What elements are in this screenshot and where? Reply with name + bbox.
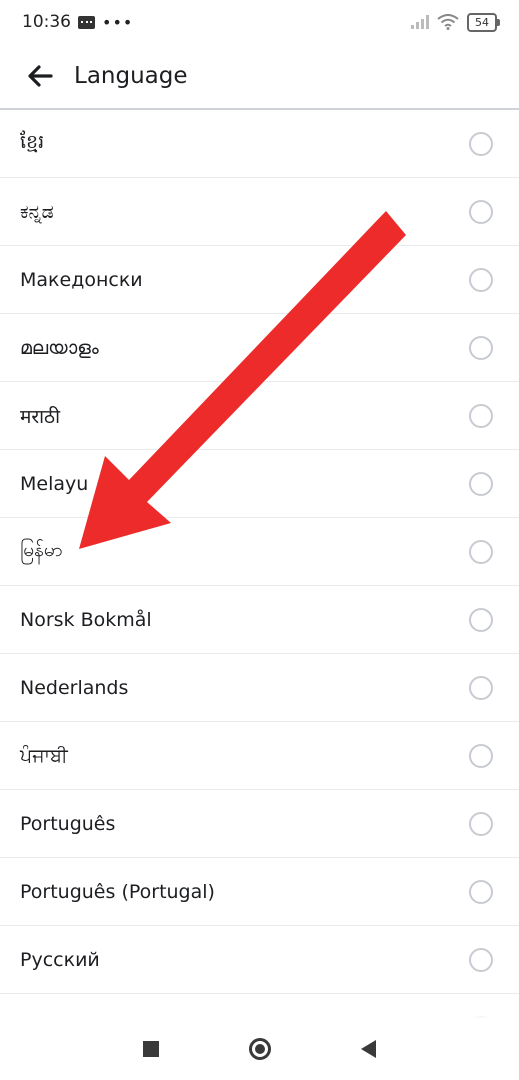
language-list[interactable]: ខ្មែរ ಕನ್ನಡ Македонски മലയാളം मराठी Mela…: [0, 110, 519, 1018]
radio-button[interactable]: [469, 335, 493, 360]
language-option[interactable]: မြန်မာ: [0, 518, 519, 586]
radio-button[interactable]: [469, 199, 493, 224]
language-label: ಕನ್ನಡ: [20, 200, 54, 223]
radio-button[interactable]: [469, 607, 493, 632]
language-option[interactable]: മലയാളം: [0, 314, 519, 382]
radio-button[interactable]: [469, 743, 493, 768]
language-option[interactable]: Македонски: [0, 246, 519, 314]
message-icon: [78, 15, 95, 29]
list-fade: [0, 1000, 519, 1020]
language-label: Русский: [20, 948, 100, 971]
language-label: Nederlands: [20, 676, 129, 699]
status-right: 54: [411, 12, 500, 32]
circle-icon[interactable]: [249, 1038, 271, 1060]
back-button[interactable]: [12, 48, 68, 104]
language-label: Português (Portugal): [20, 880, 215, 903]
signal-icon: [411, 15, 429, 29]
app-bar: Language: [0, 44, 519, 110]
language-label: Melayu: [20, 472, 89, 495]
status-time: 10:36: [22, 12, 71, 32]
language-option[interactable]: ខ្មែរ: [0, 110, 519, 178]
language-label: मराठी: [20, 405, 61, 428]
language-option[interactable]: Norsk Bokmål: [0, 586, 519, 654]
status-left: 10:36 •••: [22, 12, 133, 32]
language-label: Македонски: [20, 268, 143, 291]
language-option[interactable]: Nederlands: [0, 654, 519, 722]
language-label: Português: [20, 812, 116, 835]
system-nav-bar: [0, 1018, 519, 1080]
radio-button[interactable]: [469, 267, 493, 292]
status-bar: 10:36 ••• 54: [0, 0, 519, 44]
radio-button[interactable]: [469, 471, 493, 496]
wifi-icon: [437, 14, 459, 30]
more-notifications-icon: •••: [102, 12, 134, 32]
language-label: Norsk Bokmål: [20, 608, 152, 631]
radio-button[interactable]: [469, 539, 493, 564]
triangle-left-icon[interactable]: [361, 1040, 376, 1058]
radio-button[interactable]: [469, 131, 493, 156]
language-option[interactable]: Русский: [0, 926, 519, 994]
language-option[interactable]: Português (Portugal): [0, 858, 519, 926]
language-option[interactable]: Melayu: [0, 450, 519, 518]
language-label: മലയാളം: [20, 336, 99, 359]
radio-button[interactable]: [469, 947, 493, 972]
radio-button[interactable]: [469, 675, 493, 700]
language-label: ខ្មែរ: [20, 130, 45, 153]
language-option[interactable]: ਪੰਜਾਬੀ: [0, 722, 519, 790]
language-option[interactable]: Português: [0, 790, 519, 858]
battery-icon: 54: [467, 12, 500, 32]
radio-button[interactable]: [469, 879, 493, 904]
square-icon[interactable]: [143, 1041, 159, 1057]
radio-button[interactable]: [469, 403, 493, 428]
language-label: ਪੰਜਾਬੀ: [20, 744, 68, 767]
radio-button[interactable]: [469, 811, 493, 836]
arrow-left-icon: [28, 65, 53, 87]
language-option[interactable]: ಕನ್ನಡ: [0, 178, 519, 246]
language-option[interactable]: मराठी: [0, 382, 519, 450]
page-title: Language: [74, 63, 188, 89]
language-label: မြန်မာ: [20, 538, 63, 561]
